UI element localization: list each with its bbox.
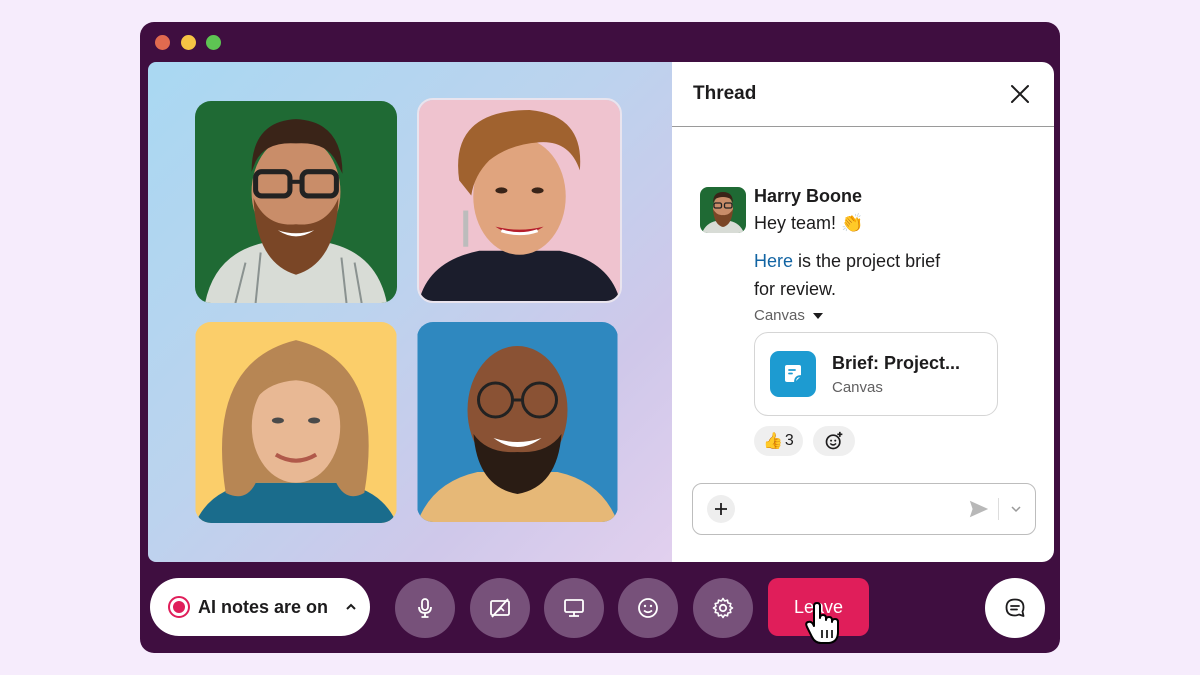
chevron-down-icon (1011, 506, 1021, 513)
participant-tile-2[interactable] (417, 98, 622, 303)
message-input[interactable] (745, 500, 966, 518)
thread-header: Thread (672, 62, 1054, 127)
message-author[interactable]: Harry Boone (754, 184, 1034, 208)
plus-icon (715, 503, 727, 515)
thumbs-up-emoji: 👍 (763, 433, 783, 450)
leave-button[interactable]: Leave (768, 578, 869, 636)
body-text-2: for review. (754, 279, 837, 299)
close-thread-button[interactable] (1008, 82, 1032, 106)
reaction-count: 3 (784, 432, 794, 449)
screen-share-button[interactable] (544, 578, 604, 638)
settings-button[interactable] (693, 578, 753, 638)
attach-button[interactable] (707, 495, 735, 523)
caret-down-icon (812, 312, 823, 319)
brief-link[interactable]: Here (754, 251, 793, 271)
close-icon (1011, 85, 1029, 103)
recording-icon (168, 596, 190, 618)
avatar[interactable] (700, 187, 746, 233)
participant-tile-4[interactable] (417, 322, 618, 522)
message-text-body: Here is the project brief for review. (754, 247, 1034, 303)
message-composer (692, 483, 1036, 535)
toggle-thread-button[interactable] (985, 578, 1045, 638)
message-text-greeting: Hey team! 👏 (754, 209, 1034, 237)
participant-video-4 (417, 322, 618, 522)
participant-video-2 (419, 100, 620, 301)
canvas-title: Brief: Project... (832, 352, 961, 373)
participant-tile-1[interactable] (195, 101, 397, 303)
ai-notes-toggle[interactable]: AI notes are on (150, 578, 370, 636)
avatar-image (700, 187, 746, 233)
reaction-button[interactable] (618, 578, 678, 638)
attachment-toggle[interactable]: Canvas (754, 307, 1034, 324)
send-icon (969, 500, 989, 518)
camera-toggle-button[interactable] (470, 578, 530, 638)
ai-notes-label: AI notes are on (198, 596, 329, 617)
canvas-icon (770, 351, 816, 397)
body-text-1: is the project brief (793, 251, 941, 271)
camera-off-icon (490, 598, 510, 618)
huddle-window: Thread Harry Boone Hey team! 👏 Here is t… (140, 22, 1060, 653)
send-button[interactable] (966, 496, 992, 522)
maximize-window-button[interactable] (206, 35, 221, 50)
greeting-text: Hey team! (754, 213, 837, 233)
microphone-icon (418, 598, 432, 618)
video-grid (148, 62, 678, 562)
clapping-hands-emoji: 👏 (841, 213, 864, 233)
reactions-row: 👍 3 (754, 426, 1034, 456)
minimize-window-button[interactable] (181, 35, 196, 50)
emoji-icon (638, 598, 658, 618)
participant-tile-3[interactable] (195, 322, 397, 523)
thread-title: Thread (693, 83, 757, 104)
canvas-attachment-card[interactable]: Brief: Project... Canvas (754, 332, 998, 416)
close-window-button[interactable] (155, 35, 170, 50)
divider (998, 498, 999, 520)
microphone-button[interactable] (395, 578, 455, 638)
add-reaction-icon (825, 431, 843, 450)
attachment-label: Canvas (754, 307, 805, 324)
send-options-button[interactable] (1007, 500, 1025, 518)
participant-video-3 (195, 322, 397, 523)
call-controls: AI notes are on Leave (140, 578, 1060, 644)
chat-bubble-icon (1005, 598, 1025, 617)
thread-panel: Thread Harry Boone Hey team! 👏 Here is t… (672, 62, 1054, 562)
add-reaction-button[interactable] (812, 426, 855, 456)
canvas-subtitle: Canvas (832, 378, 883, 396)
screen-share-icon (564, 599, 584, 617)
reaction-thumbs-up[interactable]: 👍 3 (754, 426, 803, 456)
chevron-up-icon (344, 600, 358, 614)
participant-video-harry-boone (195, 101, 397, 303)
gear-icon (712, 597, 734, 619)
